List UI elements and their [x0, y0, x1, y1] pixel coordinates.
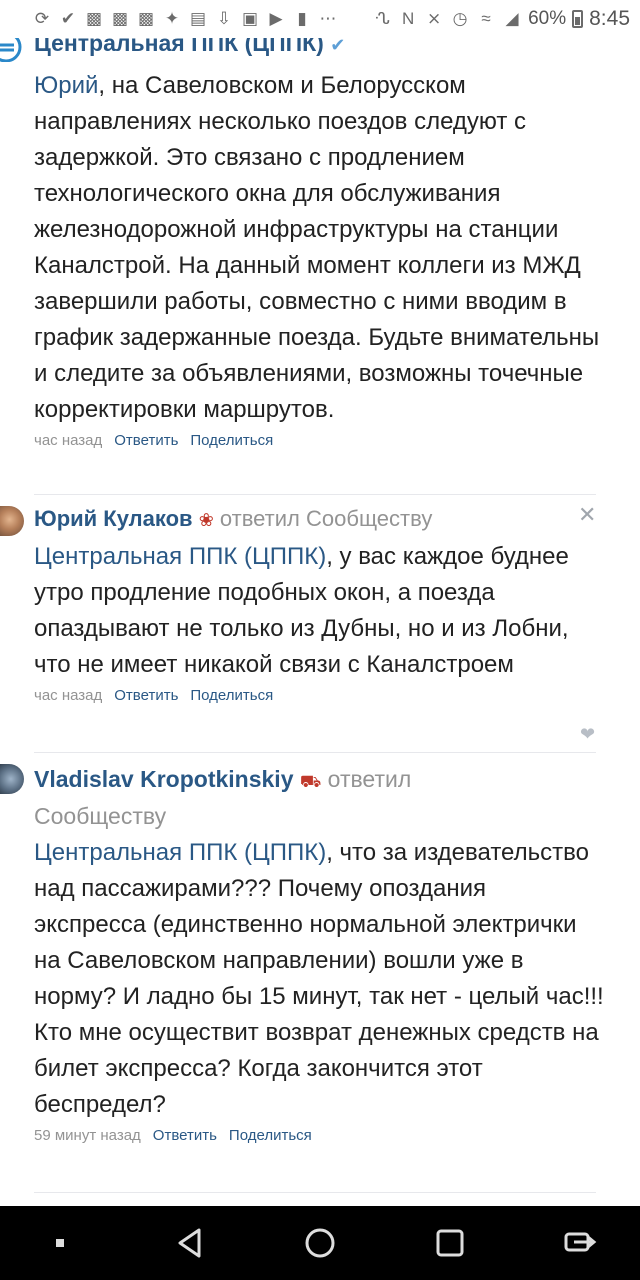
- comment-item: Центральная ППК (ЦППК) ✔ Юрий, на Савело…: [34, 38, 604, 449]
- comments-feed[interactable]: Центральная ППК (ЦППК) ✔ Юрий, на Савело…: [0, 38, 640, 1206]
- nfc-icon: N: [401, 9, 415, 28]
- mention-link[interactable]: Центральная ППК (ЦППК): [34, 839, 326, 866]
- mention-link[interactable]: Центральная ППК (ЦППК): [34, 543, 326, 570]
- award-badge-icon: ❀: [198, 510, 214, 530]
- status-right-icons: ᔗ N ⨯ ◷ ≈ ◢ 60% 8:45: [372, 7, 630, 31]
- vk-icon: ▩: [85, 9, 103, 28]
- like-heart-icon[interactable]: ❤: [580, 724, 595, 745]
- comment-meta: 59 минут назад Ответить Поделиться: [34, 1127, 604, 1144]
- battery-saver-icon: ▮: [297, 9, 307, 28]
- comment-body: , на Савеловском и Белорусском направлен…: [34, 72, 600, 423]
- cppk-logo-icon: [0, 38, 22, 62]
- vk-icon: ▩: [137, 9, 155, 28]
- youtube-icon: ▶: [269, 9, 283, 28]
- comment-time: час назад: [34, 432, 103, 449]
- battery-icon: [572, 10, 584, 28]
- twitter-icon: ✦: [164, 9, 180, 28]
- avatar[interactable]: [0, 38, 24, 62]
- back-icon[interactable]: [170, 1223, 210, 1263]
- alarm-icon: ◷: [452, 9, 468, 28]
- vk-icon: ▩: [111, 9, 129, 28]
- home-icon[interactable]: [300, 1223, 340, 1263]
- comment-item: Vladislav Kropotkinskiy ⛟ ответил Сообще…: [34, 764, 604, 1144]
- wifi-icon: ≈: [481, 9, 491, 28]
- switch-apps-icon[interactable]: [560, 1223, 600, 1263]
- comment-author[interactable]: Vladislav Kropotkinskiy: [34, 766, 293, 792]
- download-icon: ⇩: [216, 9, 232, 28]
- share-button[interactable]: Поделиться: [229, 1127, 312, 1144]
- image-icon: ▣: [241, 9, 259, 28]
- divider: [34, 752, 596, 753]
- mute-icon: ⨯: [426, 9, 442, 28]
- comment-header: Юрий Кулаков ❀ ответил Сообществу: [34, 504, 604, 535]
- replied-to-label: ответил Сообществу: [219, 506, 433, 531]
- comment-header: Vladislav Kropotkinskiy ⛟ ответил: [34, 764, 604, 797]
- divider: [34, 494, 596, 495]
- comment-header: Центральная ППК (ЦППК) ✔: [34, 38, 604, 60]
- comment-meta: час назад Ответить Поделиться: [34, 432, 604, 449]
- share-button[interactable]: Поделиться: [190, 432, 273, 449]
- comment-text: Центральная ППК (ЦППК), у вас каждое буд…: [34, 539, 604, 683]
- comment-text: Юрий, на Савеловском и Белорусском напра…: [34, 68, 604, 428]
- reply-button[interactable]: Ответить: [114, 432, 178, 449]
- navigation-bar: [0, 1206, 640, 1280]
- verified-icon: ✔: [330, 38, 346, 55]
- reply-button[interactable]: Ответить: [153, 1127, 217, 1144]
- status-bar: ⟳ ✔ ▩ ▩ ▩ ✦ ▤ ⇩ ▣ ▶ ▮ ⋯ ᔗ N ⨯ ◷ ≈ ◢ 60% …: [0, 0, 640, 38]
- clock-time: 8:45: [589, 7, 630, 30]
- status-left-icons: ⟳ ✔ ▩ ▩ ▩ ✦ ▤ ⇩ ▣ ▶ ▮ ⋯: [32, 9, 338, 29]
- news-icon: ▤: [189, 9, 207, 28]
- close-icon[interactable]: ✕: [578, 502, 596, 528]
- comment-item: Юрий Кулаков ❀ ответил Сообществу Центра…: [34, 504, 604, 704]
- avatar[interactable]: [0, 506, 24, 536]
- reply-button[interactable]: Ответить: [114, 687, 178, 704]
- comment-body: Кто мне осуществит возврат денежных сред…: [34, 1019, 599, 1118]
- more-icon: ⋯: [319, 9, 337, 28]
- replied-to-label: ответил: [327, 766, 412, 792]
- bluetooth-icon: ᔗ: [374, 9, 390, 28]
- divider: [34, 1192, 596, 1193]
- comment-author[interactable]: Юрий Кулаков: [34, 506, 193, 531]
- comment-time: 59 минут назад: [34, 1127, 141, 1144]
- check-circle-icon: ✔: [60, 9, 76, 28]
- menu-dot-icon[interactable]: [40, 1223, 80, 1263]
- comment-time: час назад: [34, 687, 103, 704]
- comment-author[interactable]: Центральная ППК (ЦППК): [34, 38, 324, 56]
- recents-icon[interactable]: [430, 1223, 470, 1263]
- sync-icon: ⟳: [34, 9, 50, 28]
- signal-icon: ◢: [505, 9, 519, 28]
- replied-to-label: Сообществу: [34, 803, 167, 829]
- comment-text: Центральная ППК (ЦППК), что за издевател…: [34, 835, 604, 1123]
- battery-percent: 60%: [528, 8, 567, 29]
- ambulance-icon: ⛟: [299, 772, 322, 791]
- comment-meta: час назад Ответить Поделиться: [34, 687, 604, 704]
- avatar[interactable]: [0, 764, 24, 794]
- mention-link[interactable]: Юрий: [34, 72, 98, 99]
- share-button[interactable]: Поделиться: [190, 687, 273, 704]
